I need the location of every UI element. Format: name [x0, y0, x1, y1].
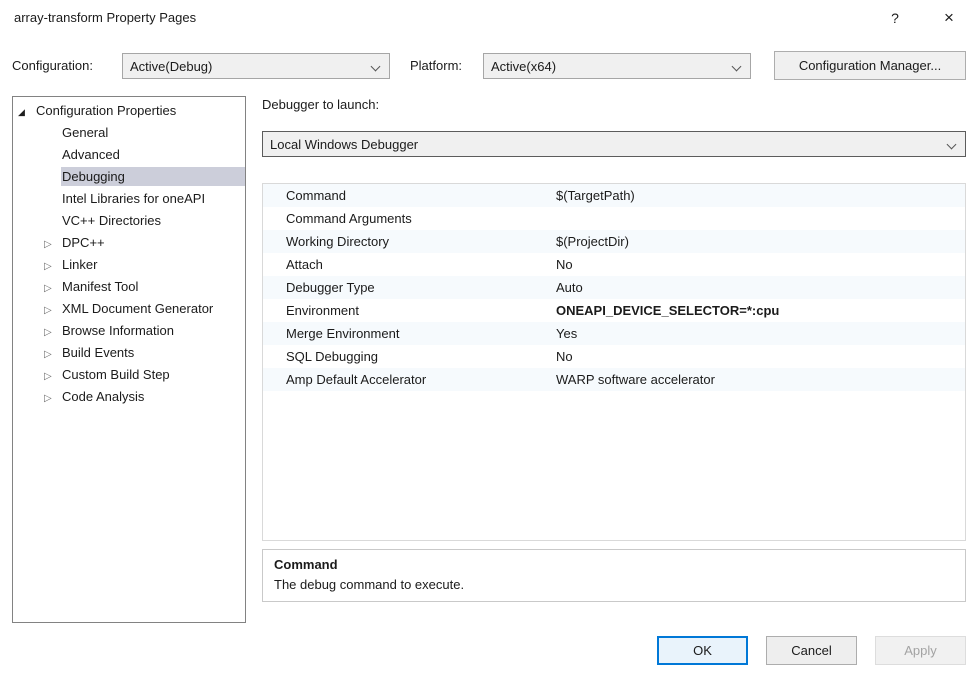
- property-value[interactable]: No: [556, 345, 965, 368]
- tree-item[interactable]: Custom Build Step: [13, 363, 245, 385]
- tree-item-label: Manifest Tool: [61, 277, 245, 296]
- property-name: Debugger Type: [263, 276, 556, 299]
- property-row[interactable]: SQL Debugging No: [263, 345, 965, 368]
- ok-button-label: OK: [693, 643, 712, 658]
- configuration-tree: Configuration Properties General Advance…: [12, 96, 246, 623]
- property-row[interactable]: Environment ONEAPI_DEVICE_SELECTOR=*:cpu: [263, 299, 965, 322]
- property-row[interactable]: Working Directory $(ProjectDir): [263, 230, 965, 253]
- property-row[interactable]: Command $(TargetPath): [263, 184, 965, 207]
- apply-button-label: Apply: [904, 643, 937, 658]
- property-row[interactable]: Debugger Type Auto: [263, 276, 965, 299]
- tree-item-label: Debugging: [61, 167, 245, 186]
- tree-item[interactable]: Build Events: [13, 341, 245, 363]
- description-text: The debug command to execute.: [274, 577, 954, 592]
- expander-arrow-icon: [44, 279, 61, 294]
- tree-item[interactable]: Advanced: [13, 143, 245, 165]
- tree-item-label: Code Analysis: [61, 387, 245, 406]
- expander-arrow-icon: [44, 257, 61, 272]
- property-row[interactable]: Merge Environment Yes: [263, 322, 965, 345]
- tree-item-label: Advanced: [61, 145, 245, 164]
- debugger-to-launch-label: Debugger to launch:: [262, 97, 379, 112]
- platform-select[interactable]: Active(x64): [483, 53, 751, 79]
- configuration-select[interactable]: Active(Debug): [122, 53, 390, 79]
- description-title: Command: [274, 557, 954, 572]
- property-name: Amp Default Accelerator: [263, 368, 556, 391]
- property-grid: Command $(TargetPath) Command Arguments …: [262, 183, 966, 541]
- apply-button[interactable]: Apply: [875, 636, 966, 665]
- tree-item[interactable]: Manifest Tool: [13, 275, 245, 297]
- tree-item[interactable]: XML Document Generator: [13, 297, 245, 319]
- property-pages-dialog: array-transform Property Pages ? × Confi…: [0, 0, 978, 681]
- property-name: Attach: [263, 253, 556, 276]
- title-bar: array-transform Property Pages ? ×: [0, 0, 978, 36]
- property-value[interactable]: WARP software accelerator: [556, 368, 965, 391]
- window-title: array-transform Property Pages: [14, 0, 196, 36]
- help-icon[interactable]: ?: [880, 0, 910, 36]
- tree-item[interactable]: VC++ Directories: [13, 209, 245, 231]
- property-row[interactable]: Command Arguments: [263, 207, 965, 230]
- configuration-manager-button[interactable]: Configuration Manager...: [774, 51, 966, 80]
- property-value[interactable]: $(ProjectDir): [556, 230, 965, 253]
- property-name: Command Arguments: [263, 207, 556, 230]
- tree-item[interactable]: Browse Information: [13, 319, 245, 341]
- tree-item-label: Configuration Properties: [35, 101, 245, 120]
- tree-item-label: Intel Libraries for oneAPI: [61, 189, 245, 208]
- tree-item[interactable]: Configuration Properties: [13, 99, 245, 121]
- property-value[interactable]: [556, 207, 965, 230]
- tree-item-label: Build Events: [61, 343, 245, 362]
- property-value[interactable]: No: [556, 253, 965, 276]
- description-panel: Command The debug command to execute.: [262, 549, 966, 602]
- tree-item[interactable]: Debugging: [13, 165, 245, 187]
- expander-arrow-icon: [44, 367, 61, 382]
- tree-item[interactable]: Linker: [13, 253, 245, 275]
- platform-label: Platform:: [410, 53, 462, 79]
- expander-arrow-icon: [44, 301, 61, 316]
- chevron-down-icon: [371, 62, 381, 72]
- expander-arrow-icon: [44, 235, 61, 250]
- tree-item-label: VC++ Directories: [61, 211, 245, 230]
- expander-arrow-icon: [44, 345, 61, 360]
- property-name: SQL Debugging: [263, 345, 556, 368]
- debugger-select[interactable]: Local Windows Debugger: [262, 131, 966, 157]
- platform-value: Active(x64): [491, 59, 556, 74]
- ok-button[interactable]: OK: [657, 636, 748, 665]
- property-name: Environment: [263, 299, 556, 322]
- tree-item[interactable]: Code Analysis: [13, 385, 245, 407]
- property-row[interactable]: Amp Default Accelerator WARP software ac…: [263, 368, 965, 391]
- configuration-label: Configuration:: [12, 53, 93, 79]
- tree-item-label: DPC++: [61, 233, 245, 252]
- tree-item-label: General: [61, 123, 245, 142]
- property-name: Command: [263, 184, 556, 207]
- tree-item-label: Custom Build Step: [61, 365, 245, 384]
- close-icon[interactable]: ×: [932, 0, 966, 36]
- tree-item[interactable]: Intel Libraries for oneAPI: [13, 187, 245, 209]
- property-name: Working Directory: [263, 230, 556, 253]
- configuration-manager-label: Configuration Manager...: [799, 58, 941, 73]
- expander-arrow-icon: [44, 323, 61, 338]
- property-value[interactable]: $(TargetPath): [556, 184, 965, 207]
- tree-item-label: XML Document Generator: [61, 299, 245, 318]
- property-value[interactable]: ONEAPI_DEVICE_SELECTOR=*:cpu: [556, 299, 965, 322]
- property-value[interactable]: Yes: [556, 322, 965, 345]
- property-value[interactable]: Auto: [556, 276, 965, 299]
- property-name: Merge Environment: [263, 322, 556, 345]
- property-row[interactable]: Attach No: [263, 253, 965, 276]
- chevron-down-icon: [732, 62, 742, 72]
- tree-item[interactable]: General: [13, 121, 245, 143]
- chevron-down-icon: [947, 140, 957, 150]
- debugger-value: Local Windows Debugger: [270, 137, 418, 152]
- expander-arrow-icon: [44, 389, 61, 404]
- cancel-button-label: Cancel: [791, 643, 831, 658]
- tree-item[interactable]: DPC++: [13, 231, 245, 253]
- cancel-button[interactable]: Cancel: [766, 636, 857, 665]
- expander-arrow-icon: [18, 103, 35, 118]
- tree-item-label: Browse Information: [61, 321, 245, 340]
- tree-item-label: Linker: [61, 255, 245, 274]
- configuration-value: Active(Debug): [130, 59, 212, 74]
